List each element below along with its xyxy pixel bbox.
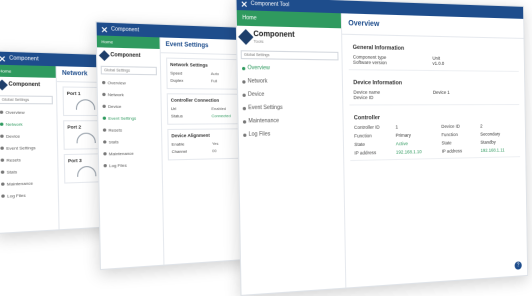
brand: Component (0, 77, 56, 94)
overview-icon (102, 80, 106, 85)
sidebar-item-overview[interactable]: Overview (98, 77, 161, 89)
sidebar-item-event-settings[interactable]: Event Settings (238, 101, 342, 114)
app-logo-icon (241, 0, 248, 7)
event-icon (0, 146, 4, 150)
log-icon (103, 164, 107, 168)
stage: Component Home Component Global Settings… (0, 0, 532, 296)
sidebar-item-resets[interactable]: Resets (98, 124, 161, 136)
info-row: State Standby (441, 139, 496, 146)
window-title: Component Tool (250, 0, 290, 9)
brand-name: Component (110, 51, 141, 60)
network-icon (0, 122, 4, 126)
page-title: Overview (342, 13, 524, 39)
sidebar-item-device[interactable]: Device (0, 130, 57, 142)
info-row: Software version v1.0.0 (352, 59, 445, 67)
sidebar-item-device[interactable]: Device (98, 100, 161, 112)
sidebar-item-log-files[interactable]: Log Files (239, 127, 343, 141)
reset-icon (102, 128, 107, 132)
device-information-section: Device Information Device name Device 1 D… (349, 75, 520, 106)
info-row: IP address 192.168.1.11 (441, 147, 505, 154)
info-row: Device ID 2 (441, 123, 483, 130)
sidebar-item-device[interactable]: Device (238, 88, 342, 101)
stats-icon (103, 140, 107, 144)
gauge-icon (76, 132, 96, 144)
gauge-icon (75, 99, 95, 110)
info-row: Function Secondary (441, 131, 501, 138)
sidebar: Home Component Tools Global Settings Ove… (236, 10, 347, 295)
global-selector[interactable]: Global Settings (100, 65, 157, 76)
sidebar-item-network[interactable]: Network (238, 75, 343, 89)
sidebar: Home Component Global Settings Overview … (0, 64, 60, 233)
overview-icon (242, 66, 246, 70)
main-content: Overview General Information Component t… (342, 13, 527, 287)
window-title: Component (110, 26, 140, 34)
sidebar-item-network[interactable]: Network (0, 118, 56, 130)
sidebar-item-overview[interactable]: Overview (238, 61, 343, 75)
info-row: IP address 192.168.1.10 (354, 149, 422, 156)
sidebar-item-event-settings[interactable]: Event Settings (98, 112, 161, 124)
ip-link[interactable]: 192.168.1.11 (481, 147, 505, 153)
brand: Component Tools (237, 26, 342, 50)
reset-icon (0, 158, 5, 162)
stats-icon (0, 170, 5, 174)
window-front: Component Tool Home Component Tools Glob… (235, 0, 529, 296)
gauge-icon (76, 165, 97, 177)
log-icon (243, 133, 247, 137)
brand: Component (97, 47, 160, 64)
controller-section: Controller Controller ID 1 Device ID 2 Fun… (349, 110, 521, 162)
info-row: Controller ID 1 (353, 124, 399, 131)
global-selector[interactable]: Global Settings (0, 95, 53, 105)
sidebar-item-log-files[interactable]: Log Files (99, 158, 162, 171)
app-logo-icon (0, 55, 6, 62)
sidebar: Home Component Global Settings Overview … (96, 35, 165, 269)
network-icon (242, 79, 246, 84)
brand-name: Component (8, 81, 41, 89)
general-information-section: General Information Component type Unit S… (348, 40, 519, 72)
info-row: State Active (354, 140, 408, 148)
device-icon (102, 104, 106, 108)
event-icon (102, 116, 107, 120)
home-button[interactable]: Home (0, 64, 56, 78)
event-icon (242, 106, 247, 110)
wrench-icon (103, 152, 107, 156)
sidebar-item-network[interactable]: Network (98, 88, 161, 100)
overview-icon (0, 110, 4, 114)
window-title: Component (9, 55, 39, 63)
wrench-icon (1, 182, 5, 186)
log-icon (1, 194, 5, 198)
brand-logo-icon (0, 79, 8, 91)
info-row: Device ID (353, 94, 374, 101)
device-icon (0, 134, 4, 138)
sidebar-item-log-files[interactable]: Log Files (0, 188, 58, 202)
info-row: Function Primary (354, 132, 412, 139)
status-badge: Standby (480, 139, 496, 145)
sidebar-item-overview[interactable]: Overview (0, 106, 56, 118)
ip-link[interactable]: 192.168.1.10 (396, 149, 422, 155)
wrench-icon (242, 119, 247, 124)
global-selector[interactable]: Global Settings (240, 50, 339, 61)
sidebar-item-maintenance[interactable]: Maintenance (238, 114, 342, 128)
network-icon (102, 92, 106, 97)
app-logo-icon (101, 26, 108, 33)
status-badge: Active (395, 140, 408, 147)
brand-logo-icon (238, 29, 254, 45)
brand-subtitle: Tools (253, 38, 264, 44)
brand-logo-icon (98, 50, 110, 61)
device-icon (242, 93, 246, 97)
